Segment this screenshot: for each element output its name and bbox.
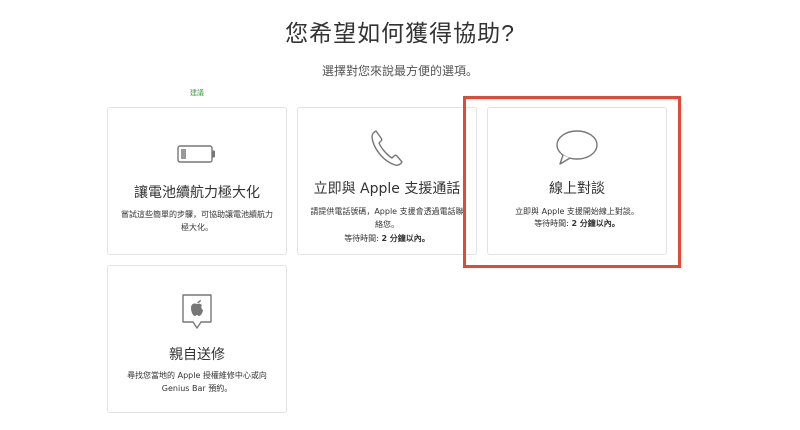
option-in-person-card[interactable]: 親自送修 尋找您當地的 Apple 授權維修中心或向 Genius Bar 預約… xyxy=(107,265,287,413)
wait-value: 2 分鐘以內。 xyxy=(381,234,430,243)
option-chat-card[interactable]: 線上對談 立即與 Apple 支援開始線上對談。 等待時間: 2 分鐘以內。 xyxy=(487,107,667,255)
wait-value: 2 分鐘以內。 xyxy=(571,219,620,228)
option-battery-card[interactable]: 讓電池續航力極大化 嘗試這些簡單的步驟，可協助讓電池續航力極大化。 xyxy=(107,107,287,255)
option-description: 尋找您當地的 Apple 授權維修中心或向 Genius Bar 預約。 xyxy=(127,371,267,393)
option-title: 立即與 Apple 支援通話 xyxy=(313,181,461,197)
battery-icon xyxy=(108,145,286,163)
option-description: 嘗試這些簡單的步驟，可協助讓電池續航力極大化。 xyxy=(121,210,273,232)
option-description: 立即與 Apple 支援開始線上對談。 xyxy=(515,207,639,216)
option-title: 線上對談 xyxy=(549,181,605,197)
page-subtitle: 選擇對您來說最方便的選項。 xyxy=(321,64,478,78)
apple-store-icon xyxy=(108,292,286,332)
phone-icon xyxy=(298,128,476,168)
option-title: 親自送修 xyxy=(169,347,225,363)
wait-label: 等待時間: xyxy=(534,219,569,228)
page-title: 您希望如何獲得協助? xyxy=(285,20,515,46)
recommended-label: 建議 xyxy=(190,89,204,97)
option-phone-card[interactable]: 立即與 Apple 支援通話 請提供電話號碼，Apple 支援會透過電話聯絡您。… xyxy=(297,107,477,255)
option-description: 請提供電話號碼，Apple 支援會透過電話聯絡您。 xyxy=(310,207,464,229)
wait-time: 等待時間: 2 分鐘以內。 xyxy=(298,233,476,244)
wait-label: 等待時間: xyxy=(344,234,379,243)
wait-time: 等待時間: 2 分鐘以內。 xyxy=(488,218,666,229)
chat-bubble-icon xyxy=(488,128,666,168)
option-title: 讓電池續航力極大化 xyxy=(134,185,260,201)
